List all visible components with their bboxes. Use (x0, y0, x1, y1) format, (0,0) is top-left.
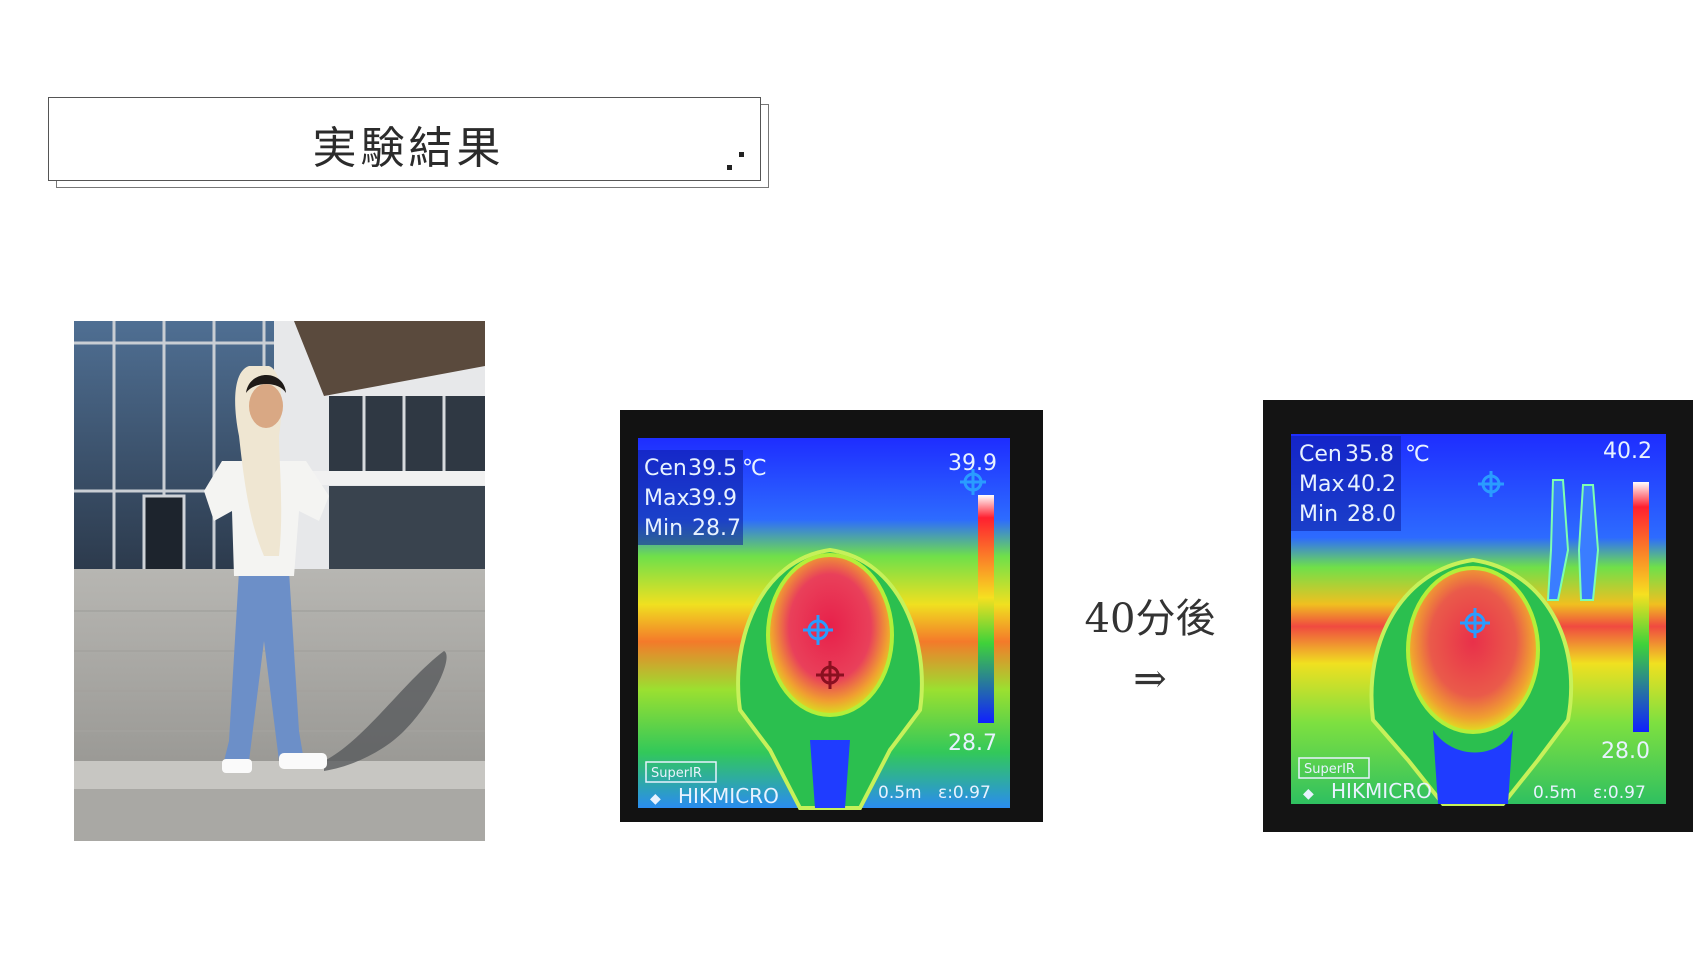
before-distance: 0.5m (878, 783, 922, 803)
hikmicro-logo-icon: ◆ (650, 791, 661, 807)
before-max-label: Max (644, 486, 689, 511)
after-cen-label: Cen (1299, 442, 1342, 467)
before-emissivity: ε:0.97 (938, 783, 991, 803)
after-emissivity: ε:0.97 (1593, 783, 1646, 803)
before-superir-badge: SuperIR (651, 766, 702, 781)
before-cen-value: 39.5 (688, 456, 737, 481)
before-min-value: 28.7 (692, 516, 741, 541)
thermal-image-after: Cen 35.8 ℃ Max 40.2 Min 28.0 40.2 28.0 S… (1263, 400, 1693, 832)
right-double-arrow-icon: ⇒ (1133, 656, 1167, 702)
before-min-label: Min (644, 516, 683, 541)
after-scale-top: 40.2 (1603, 439, 1652, 464)
hikmicro-logo-icon: ◆ (1303, 786, 1314, 802)
slide-title: 実験結果 (312, 123, 505, 174)
after-min-value: 28.0 (1347, 502, 1396, 527)
after-scale-bottom: 28.0 (1601, 739, 1650, 764)
after-max-value: 40.2 (1347, 472, 1396, 497)
after-superir-badge: SuperIR (1304, 762, 1355, 777)
before-brand: HIKMICRO (678, 784, 779, 808)
before-unit: ℃ (742, 456, 767, 481)
decor-dot (739, 152, 744, 157)
after-max-label: Max (1299, 472, 1344, 497)
after-unit: ℃ (1405, 442, 1430, 467)
before-scale-top: 39.9 (948, 451, 997, 476)
after-cen-value: 35.8 (1345, 442, 1394, 467)
before-cen-label: Cen (644, 456, 687, 481)
after-distance: 0.5m (1533, 783, 1577, 803)
elapsed-time-caption: 40分後 (1084, 596, 1216, 642)
after-min-label: Min (1299, 502, 1338, 527)
before-max-value: 39.9 (688, 486, 737, 511)
after-brand: HIKMICRO (1331, 779, 1432, 803)
photo-person-with-scarf (74, 321, 485, 841)
decor-dot (727, 165, 732, 170)
thermal-image-before: Cen 39.5 ℃ Max 39.9 Min 28.7 39.9 28.7 S… (620, 410, 1043, 822)
before-scale-bottom: 28.7 (948, 731, 997, 756)
